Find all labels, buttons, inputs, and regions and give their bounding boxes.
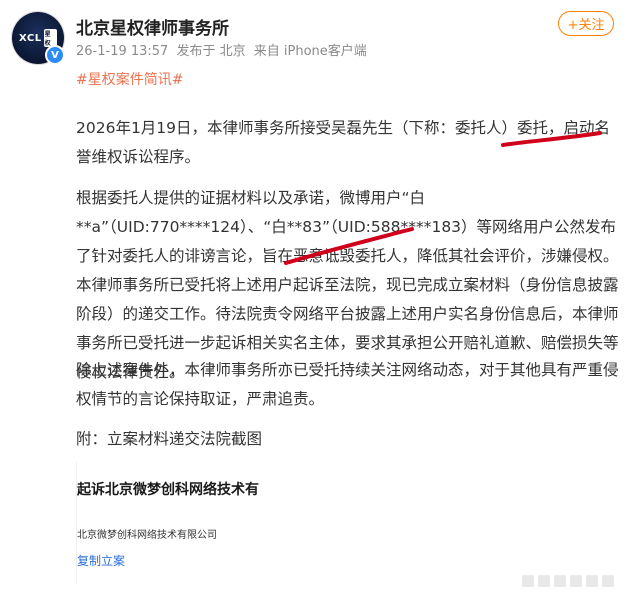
post-source: 来自 iPhone客户端 [253,44,367,59]
avatar-logo: XCL 星权 [19,29,57,47]
topic-hashtag[interactable]: #星权案件简讯# [76,69,183,89]
author-avatar[interactable]: XCL 星权 V [12,12,65,65]
post-paragraph-3: 除上述案件外，本律师事务所亦已受托持续关注网络动态，对于其他具有严重侵权情节的言… [76,361,619,408]
attachment-copy-link: 复制立案 [77,554,126,568]
attachment-title: 起诉北京微梦创科网络技术有 [77,482,259,498]
verified-badge-icon: V [45,45,65,65]
post-location: 发布于 北京 [176,44,246,59]
attachment-screenshot[interactable]: 起诉北京微梦创科网络技术有 北京微梦创科网络技术有限公司 复制立案 [76,462,259,584]
author-name[interactable]: 北京星权律师事务所 [76,14,229,39]
weibo-watermark-icon [522,575,614,587]
avatar-logo-text: XCL [19,32,42,44]
attachment-company: 北京微梦创科网络技术有限公司 [77,530,217,541]
post-paragraph-1: 2026年1月19日，本律师事务所接受吴磊先生（下称：委托人）委托，启动名誉维权… [76,119,611,166]
post-meta: 26-1-19 13:57 发布于 北京 来自 iPhone客户端 [76,40,371,59]
post-date: 26-1-19 13:57 [76,44,169,59]
post-paragraph-4: 附：立案材料递交法院截图 [76,430,263,448]
follow-button[interactable]: +关注 [558,11,614,36]
